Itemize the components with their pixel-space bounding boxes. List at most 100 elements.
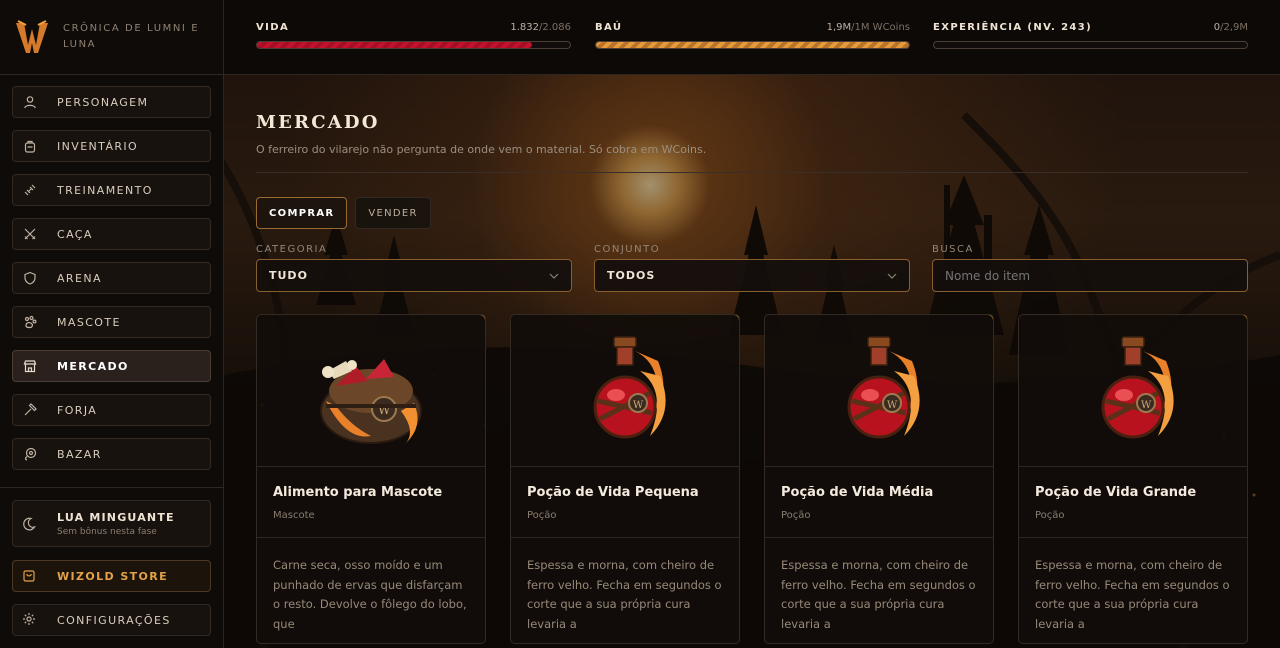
item-type: Mascote	[273, 510, 315, 521]
health-potion-icon: W	[593, 335, 666, 438]
set-value: TODOS	[607, 269, 656, 282]
svg-text:W: W	[1141, 400, 1152, 411]
svg-text:W: W	[887, 400, 898, 411]
item-card[interactable]: W Poção de Vida Média Poção Espessa e mo…	[764, 314, 994, 644]
chest-value: 1,9M/1M WCoins	[826, 22, 910, 33]
health-bar	[256, 41, 571, 49]
backpack-icon	[22, 138, 38, 154]
item-description: Carne seca, osso moído e um punhado de e…	[273, 558, 467, 631]
page-subtitle: O ferreiro do vilarejo não pergunta de o…	[256, 143, 707, 156]
health-bar-fill	[257, 42, 532, 48]
chest-bar	[595, 41, 910, 49]
gear-icon	[22, 612, 38, 628]
item-description: Espessa e morna, com cheiro de ferro vel…	[1035, 558, 1230, 631]
shield-icon	[22, 270, 38, 286]
sidebar-item-forja[interactable]: FORJA	[12, 394, 211, 426]
sidebar-item-inventario[interactable]: INVENTÁRIO	[12, 130, 211, 162]
item-image: W	[511, 315, 739, 467]
health-stat: VIDA 1.832/2.086	[256, 22, 571, 49]
shopping-bag-icon	[22, 568, 38, 584]
category-value: TUDO	[269, 269, 308, 282]
sidebar-nav: PERSONAGEM INVENTÁRIO TREINAMENTO CAÇA A…	[0, 75, 223, 470]
store-icon	[22, 358, 38, 374]
card-corner-accent	[722, 315, 739, 328]
item-name: Poção de Vida Grande	[1035, 485, 1197, 500]
sidebar-item-label: BAZAR	[57, 447, 102, 461]
brand-name: Crônica de Lumni e Luna	[63, 23, 200, 50]
sidebar-item-treinamento[interactable]: TREINAMENTO	[12, 174, 211, 206]
experience-label: EXPERIÊNCIA (NV. 243)	[933, 22, 1093, 33]
sidebar-item-label: CAÇA	[57, 227, 93, 241]
sidebar-item-mercado[interactable]: MERCADO	[12, 350, 211, 382]
card-corner-accent	[1230, 315, 1247, 328]
wizold-store-button[interactable]: WIZOLD STORE	[12, 560, 211, 592]
settings-label: CONFIGURAÇÕES	[57, 613, 171, 627]
sidebar-item-personagem[interactable]: PERSONAGEM	[12, 86, 211, 118]
sidebar: Crônica de Lumni e Luna PERSONAGEM INVEN…	[0, 0, 224, 648]
title-divider	[256, 172, 1248, 173]
tab-buy[interactable]: COMPRAR	[256, 197, 348, 229]
settings-button[interactable]: CONFIGURAÇÕES	[12, 604, 211, 636]
sidebar-item-label: TREINAMENTO	[57, 183, 153, 197]
dumbbell-icon	[22, 182, 38, 198]
item-name: Alimento para Mascote	[273, 485, 443, 500]
category-select[interactable]: TUDO	[256, 259, 572, 292]
health-value: 1.832/2.086	[510, 22, 571, 33]
chest-bar-fill	[596, 42, 909, 48]
item-type: Poção	[1035, 510, 1065, 521]
page-title: MERCADO	[256, 112, 380, 133]
moon-icon	[22, 516, 38, 532]
item-image: W	[257, 315, 485, 467]
health-potion-icon: W	[847, 335, 920, 438]
item-name: Poção de Vida Média	[781, 485, 934, 500]
sidebar-divider	[0, 487, 224, 488]
brand: Crônica de Lumni e Luna	[0, 0, 223, 75]
tab-sell[interactable]: VENDER	[355, 197, 431, 229]
moon-phase-card[interactable]: LUA MINGUANTE Sem bônus nesta fase	[12, 500, 211, 547]
sidebar-item-label: MERCADO	[57, 359, 129, 373]
sidebar-item-bazar[interactable]: BAZAR	[12, 438, 211, 470]
card-corner-accent	[976, 315, 993, 328]
status-topbar: VIDA 1.832/2.086 BAÚ 1,9M/1M WCoins EXPE…	[224, 0, 1280, 75]
moon-phase-subtitle: Sem bônus nesta fase	[57, 526, 157, 537]
sidebar-item-label: ARENA	[57, 271, 102, 285]
item-name: Poção de Vida Pequena	[527, 485, 699, 500]
svg-text:W: W	[633, 400, 644, 411]
sidebar-item-arena[interactable]: ARENA	[12, 262, 211, 294]
item-image: W	[765, 315, 993, 467]
category-label: CATEGORIA	[256, 244, 328, 255]
item-description: Espessa e morna, com cheiro de ferro vel…	[527, 558, 722, 631]
item-image: W	[1019, 315, 1247, 467]
experience-stat: EXPERIÊNCIA (NV. 243) 0/2,9M	[933, 22, 1248, 49]
market-tabs: COMPRAR VENDER	[256, 197, 1248, 229]
search-filter: BUSCA	[932, 244, 1248, 292]
item-type: Poção	[781, 510, 811, 521]
item-grid: W Alimento para Mascote Mascote Carne se…	[256, 314, 1248, 644]
sidebar-item-label: INVENTÁRIO	[57, 139, 139, 153]
experience-bar	[933, 41, 1248, 49]
pet-food-bag-icon: W	[320, 358, 422, 444]
item-card[interactable]: W Poção de Vida Pequena Poção Espessa e …	[510, 314, 740, 644]
filters: CATEGORIA TUDO CONJUNTO TODOS BUSCA	[256, 244, 1248, 292]
moon-phase-title: LUA MINGUANTE	[57, 510, 175, 524]
item-card[interactable]: W Alimento para Mascote Mascote Carne se…	[256, 314, 486, 644]
hammer-icon	[22, 402, 38, 418]
health-label: VIDA	[256, 22, 290, 33]
chest-label: BAÚ	[595, 22, 623, 33]
category-filter: CATEGORIA TUDO	[256, 244, 572, 292]
health-potion-icon: W	[1101, 335, 1174, 438]
crossed-swords-icon	[22, 226, 38, 242]
wizold-logo[interactable]	[14, 17, 50, 57]
experience-value: 0/2,9M	[1213, 22, 1248, 33]
item-card[interactable]: W Poção de Vida Grande Poção Espessa e m…	[1018, 314, 1248, 644]
set-label: CONJUNTO	[594, 244, 661, 255]
chevron-down-icon	[549, 269, 559, 282]
search-input[interactable]	[932, 259, 1248, 292]
sidebar-item-label: PERSONAGEM	[57, 95, 149, 109]
set-select[interactable]: TODOS	[594, 259, 910, 292]
store-label: WIZOLD STORE	[57, 569, 169, 583]
sidebar-item-mascote[interactable]: MASCOTE	[12, 306, 211, 338]
item-type: Poção	[527, 510, 557, 521]
sidebar-item-caca[interactable]: CAÇA	[12, 218, 211, 250]
card-corner-accent	[468, 315, 485, 328]
